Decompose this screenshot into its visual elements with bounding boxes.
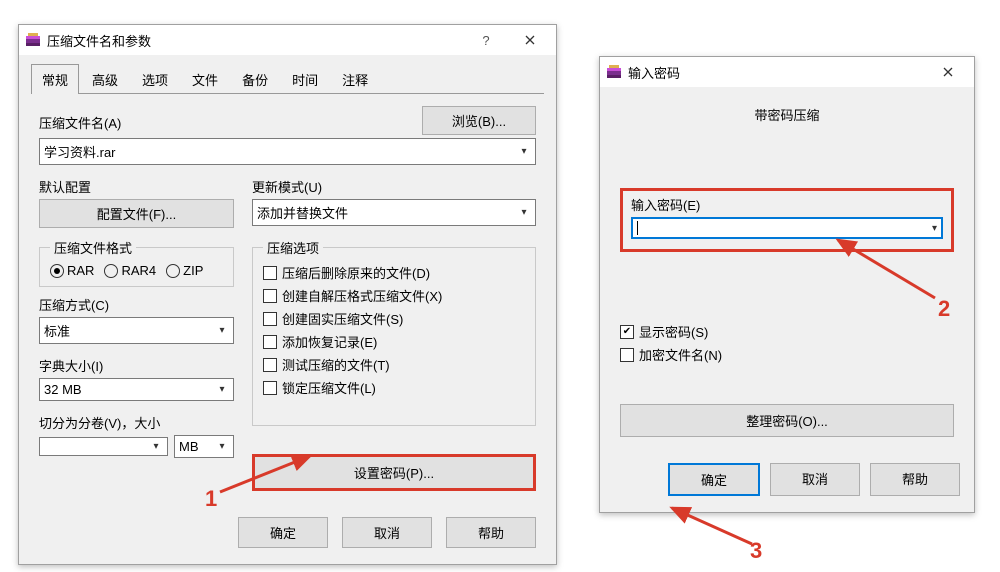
- show-password-checkbox[interactable]: 显示密码(S): [620, 322, 954, 341]
- enter-password-label: 输入密码(E): [631, 195, 943, 214]
- chevron-down-icon: ▾: [517, 207, 531, 218]
- tabs-bar: 常规 高级 选项 文件 备份 时间 注释: [19, 55, 556, 93]
- cancel-button[interactable]: 取消: [770, 463, 860, 496]
- default-profile-label: 默认配置: [39, 177, 234, 196]
- help-button-footer[interactable]: 帮助: [870, 463, 960, 496]
- password-body: 带密码压缩 输入密码(E) ▾ 显示密码(S) 加密文件名(N) 整理密码(O)…: [600, 87, 974, 449]
- tab-time[interactable]: 时间: [281, 64, 329, 94]
- format-group: 压缩文件格式 RAR RAR4 ZIP: [39, 238, 234, 287]
- title-bar: 输入密码: [600, 57, 974, 87]
- archive-name-input[interactable]: 学习资料.rar ▾: [39, 138, 536, 165]
- tab-files[interactable]: 文件: [181, 64, 229, 94]
- tab-advanced[interactable]: 高级: [81, 64, 129, 94]
- footer-buttons: 确定 取消 帮助: [600, 449, 974, 512]
- browse-button[interactable]: 浏览(B)...: [422, 106, 536, 135]
- method-label: 压缩方式(C): [39, 295, 234, 314]
- cancel-button[interactable]: 取消: [342, 517, 432, 548]
- tab-backup[interactable]: 备份: [231, 64, 279, 94]
- options-group: 压缩选项 压缩后删除原来的文件(D) 创建自解压格式压缩文件(X) 创建固实压缩…: [252, 238, 536, 426]
- options-group-label: 压缩选项: [263, 238, 323, 257]
- opt-sfx[interactable]: 创建自解压格式压缩文件(X): [263, 286, 525, 305]
- chevron-down-icon: ▾: [215, 325, 229, 336]
- opt-solid[interactable]: 创建固实压缩文件(S): [263, 309, 525, 328]
- format-rar[interactable]: RAR: [50, 263, 94, 278]
- split-unit-select[interactable]: MB ▾: [174, 435, 234, 458]
- annotation-number-3: 3: [750, 538, 762, 564]
- profile-button[interactable]: 配置文件(F)...: [39, 199, 234, 228]
- close-button[interactable]: [508, 25, 552, 55]
- password-highlight-box: 输入密码(E) ▾: [620, 188, 954, 252]
- footer-buttons: 确定 取消 帮助: [19, 507, 556, 564]
- method-select[interactable]: 标准 ▾: [39, 317, 234, 344]
- password-input[interactable]: ▾: [631, 217, 943, 239]
- archive-name-label: 压缩文件名(A): [39, 113, 412, 132]
- ok-button[interactable]: 确定: [238, 517, 328, 548]
- chevron-down-icon: ▾: [932, 223, 937, 234]
- chevron-down-icon: ▾: [149, 441, 163, 452]
- dict-label: 字典大小(I): [39, 356, 234, 375]
- tab-comment[interactable]: 注释: [331, 64, 379, 94]
- archive-settings-window: 压缩文件名和参数 ? 常规 高级 选项 文件 备份 时间 注释 压缩文件名(A)…: [18, 24, 557, 565]
- tab-general[interactable]: 常规: [31, 64, 79, 94]
- set-password-button[interactable]: 设置密码(P)...: [252, 454, 536, 491]
- opt-lock[interactable]: 锁定压缩文件(L): [263, 378, 525, 397]
- dialog-body: 压缩文件名(A) 浏览(B)... 学习资料.rar ▾ 默认配置 配置文件(F…: [19, 94, 556, 507]
- encrypt-names-checkbox[interactable]: 加密文件名(N): [620, 345, 954, 364]
- opt-recovery[interactable]: 添加恢复记录(E): [263, 332, 525, 351]
- update-mode-select[interactable]: 添加并替换文件 ▾: [252, 199, 536, 226]
- caret-icon: [637, 221, 638, 235]
- opt-test[interactable]: 测试压缩的文件(T): [263, 355, 525, 374]
- close-button[interactable]: [926, 57, 970, 87]
- format-zip[interactable]: ZIP: [166, 263, 203, 278]
- password-heading: 带密码压缩: [620, 105, 954, 124]
- winrar-icon: [25, 32, 41, 48]
- opt-delete-after[interactable]: 压缩后删除原来的文件(D): [263, 263, 525, 282]
- chevron-down-icon: ▾: [215, 441, 229, 452]
- dict-select[interactable]: 32 MB ▾: [39, 378, 234, 401]
- winrar-icon: [606, 64, 622, 80]
- manage-passwords-button[interactable]: 整理密码(O)...: [620, 404, 954, 437]
- window-title: 输入密码: [628, 63, 926, 82]
- update-mode-label: 更新模式(U): [252, 177, 536, 196]
- window-title: 压缩文件名和参数: [47, 31, 464, 50]
- annotation-number-2: 2: [938, 296, 950, 322]
- split-size-input[interactable]: ▾: [39, 437, 168, 456]
- chevron-down-icon: ▾: [215, 384, 229, 395]
- format-group-label: 压缩文件格式: [50, 238, 136, 257]
- enter-password-window: 输入密码 带密码压缩 输入密码(E) ▾ 显示密码(S) 加密文件名(N) 整理…: [599, 56, 975, 513]
- annotation-number-1: 1: [205, 486, 217, 512]
- tab-options[interactable]: 选项: [131, 64, 179, 94]
- format-rar4[interactable]: RAR4: [104, 263, 156, 278]
- title-bar: 压缩文件名和参数 ?: [19, 25, 556, 55]
- chevron-down-icon: ▾: [517, 146, 531, 157]
- ok-button[interactable]: 确定: [668, 463, 760, 496]
- help-button[interactable]: ?: [464, 25, 508, 55]
- split-label: 切分为分卷(V)，大小: [39, 413, 234, 432]
- help-button-footer[interactable]: 帮助: [446, 517, 536, 548]
